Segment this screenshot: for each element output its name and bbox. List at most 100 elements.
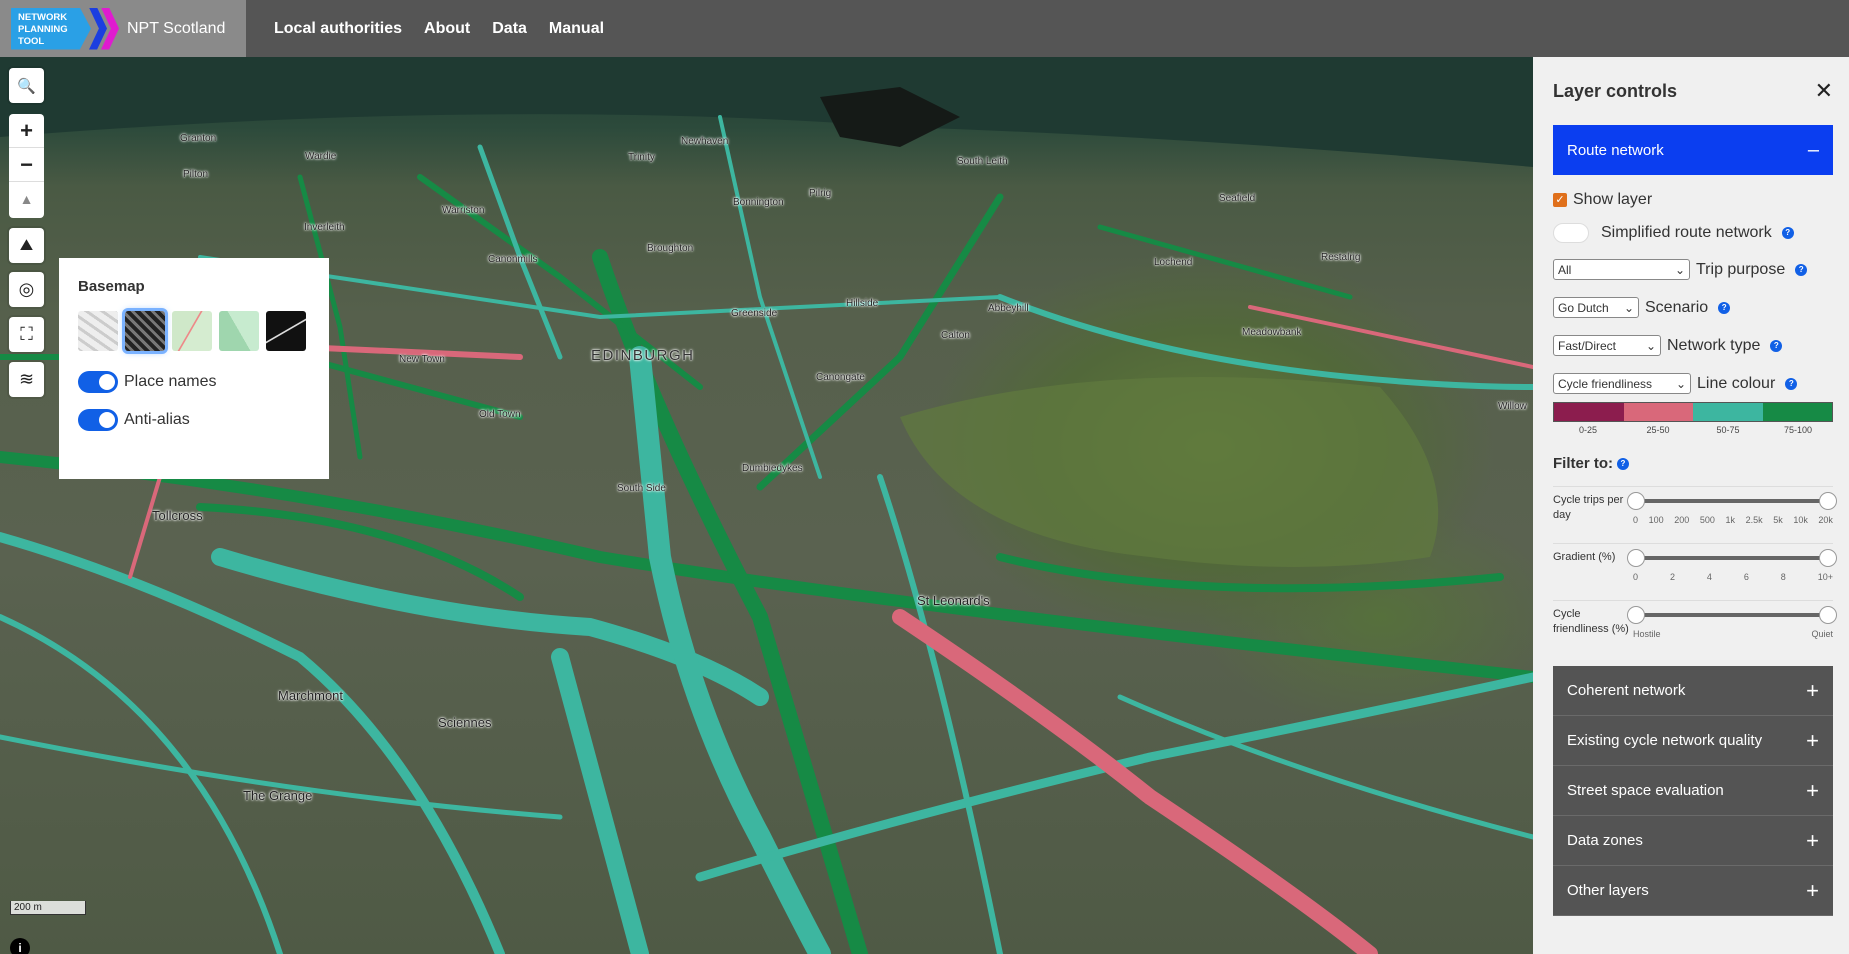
expand-icon[interactable]: +: [1806, 728, 1819, 754]
terrain-icon: ⛰: [19, 236, 34, 254]
expand-icon[interactable]: +: [1806, 778, 1819, 804]
other-layers-section[interactable]: Other layers +: [1553, 866, 1833, 916]
zoom-out-button[interactable]: −: [9, 148, 44, 182]
street-space-section[interactable]: Street space evaluation +: [1553, 766, 1833, 816]
place-label: Trinity: [628, 152, 655, 163]
place-label: Abbeyhill: [988, 303, 1029, 314]
help-icon[interactable]: ?: [1795, 263, 1808, 276]
place-label: Wardie: [305, 151, 337, 162]
colour-legend: [1553, 402, 1833, 422]
simplified-label: Simplified route network: [1601, 224, 1772, 241]
nav-local-authorities[interactable]: Local authorities: [274, 20, 402, 38]
tick-label: 0: [1633, 515, 1639, 525]
route-network-section[interactable]: Route network –: [1553, 125, 1833, 175]
data-zones-section[interactable]: Data zones +: [1553, 816, 1833, 866]
place-label: Lochend: [1154, 257, 1193, 268]
place-label: New Town: [399, 354, 445, 365]
place-label: Dumbiedykes: [742, 463, 803, 474]
expand-icon[interactable]: +: [1806, 678, 1819, 704]
collapse-icon[interactable]: –: [1808, 139, 1819, 162]
cycle-trips-slider: Cycle trips per day 0 100 200 500 1k 2.5…: [1553, 486, 1837, 543]
network-type-select[interactable]: Fast/Direct: [1553, 335, 1661, 356]
anti-alias-toggle[interactable]: [78, 409, 118, 431]
slider-label: Gradient (%): [1553, 551, 1616, 563]
legend-swatch: [1693, 403, 1763, 421]
cycle-friendliness-slider: Cycle friendliness (%) Hostile Quiet: [1553, 600, 1837, 666]
place-label: Pilrig: [809, 188, 832, 199]
slider-handle-max[interactable]: [1819, 549, 1837, 567]
slider-track[interactable]: Hostile Quiet: [1627, 606, 1837, 666]
help-icon[interactable]: ?: [1617, 457, 1629, 470]
simplified-toggle[interactable]: [1553, 223, 1589, 243]
section-label: Existing cycle network quality: [1567, 732, 1763, 749]
main-nav: Local authorities About Data Manual: [274, 20, 626, 38]
place-label: Canongate: [816, 372, 865, 383]
basemap-grey[interactable]: [78, 311, 118, 351]
slider-handle-min[interactable]: [1627, 492, 1645, 510]
existing-network-quality-section[interactable]: Existing cycle network quality +: [1553, 716, 1833, 766]
simplified-row: Simplified route network ?: [1553, 223, 1833, 243]
terrain-button[interactable]: ⛰: [9, 228, 44, 263]
tick-label: 2: [1669, 572, 1675, 582]
legend-swatch: [1762, 403, 1832, 421]
basemap-light[interactable]: [172, 311, 212, 351]
brand-name[interactable]: NPT Scotland: [127, 20, 225, 38]
basemap-dark[interactable]: [266, 311, 306, 351]
place-label: Seafield: [1219, 193, 1256, 204]
line-colour-select[interactable]: Cycle friendliness: [1553, 373, 1691, 394]
show-layer-checkbox[interactable]: ✓: [1553, 193, 1567, 207]
help-icon[interactable]: ?: [1785, 377, 1798, 390]
slider-track[interactable]: 0 100 200 500 1k 2.5k 5k 10k 20k: [1627, 492, 1837, 543]
tick-label: 500: [1699, 515, 1715, 525]
slider-handle-max[interactable]: [1819, 606, 1837, 624]
basemap-title: Basemap: [78, 278, 145, 295]
nav-about[interactable]: About: [424, 20, 470, 38]
legend-label: 50-75: [1716, 425, 1740, 435]
slider-ticks: Hostile Quiet: [1633, 629, 1833, 639]
slider-handle-max[interactable]: [1819, 492, 1837, 510]
nav-data[interactable]: Data: [492, 20, 527, 38]
legend-labels: 0-25 25-50 50-75 75-100: [1553, 425, 1833, 435]
trip-purpose-select[interactable]: All: [1553, 259, 1690, 280]
scenario-select[interactable]: Go Dutch: [1553, 297, 1639, 318]
zoom-in-button[interactable]: +: [9, 114, 44, 148]
place-names-toggle[interactable]: [78, 371, 118, 393]
fullscreen-button[interactable]: ⛶: [9, 317, 44, 352]
attribution-info-icon[interactable]: i: [10, 938, 30, 954]
help-icon[interactable]: ?: [1781, 227, 1794, 239]
tick-label: 2.5k: [1745, 515, 1763, 525]
brand[interactable]: NETWORK PLANNING TOOL NPT Scotland: [0, 0, 246, 57]
section-label: Street space evaluation: [1567, 782, 1724, 799]
place-label: Broughton: [647, 243, 694, 254]
coherent-network-section[interactable]: Coherent network +: [1553, 666, 1833, 716]
compass-button[interactable]: ▲: [9, 182, 44, 216]
layers-icon: ≋: [18, 369, 35, 389]
basemap-layers-button[interactable]: ≋: [9, 362, 44, 397]
slider-handle-min[interactable]: [1627, 549, 1645, 567]
help-icon[interactable]: ?: [1718, 301, 1731, 314]
slider-label: Cycle trips per day: [1553, 494, 1624, 521]
place-label: St Leonard's: [917, 593, 990, 608]
place-names-label: Place names: [124, 373, 217, 390]
basemap-satellite[interactable]: [125, 311, 165, 351]
help-icon[interactable]: ?: [1770, 339, 1783, 352]
slider-handle-min[interactable]: [1627, 606, 1645, 624]
place-label: Canonmills: [488, 254, 538, 265]
nav-manual[interactable]: Manual: [549, 20, 604, 38]
tick-label: 4: [1706, 572, 1712, 582]
search-button[interactable]: 🔍: [9, 68, 44, 103]
geolocate-button[interactable]: ◎: [9, 272, 44, 307]
basemap-green[interactable]: [219, 311, 259, 351]
scenario-label: Scenario: [1645, 298, 1709, 316]
slider-track[interactable]: 0 2 4 6 8 10+: [1627, 549, 1837, 600]
legend-label: 75-100: [1783, 425, 1813, 435]
expand-icon[interactable]: +: [1806, 878, 1819, 904]
map-canvas[interactable]: Granton Wardie Trinity Newhaven Pilton S…: [0, 57, 1533, 954]
place-label: Willow: [1498, 401, 1527, 412]
section-label: Other layers: [1567, 882, 1649, 899]
tick-label: 200: [1674, 515, 1690, 525]
tick-label: 10+: [1817, 572, 1833, 582]
expand-icon[interactable]: +: [1806, 828, 1819, 854]
close-icon[interactable]: ✕: [1815, 78, 1833, 104]
place-label: Calton: [941, 330, 970, 341]
